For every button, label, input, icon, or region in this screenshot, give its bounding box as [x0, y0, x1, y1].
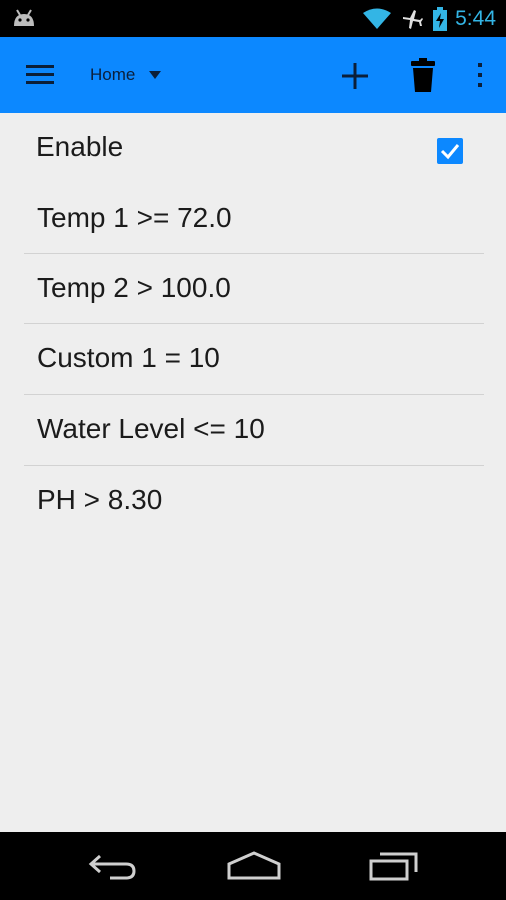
condition-item-temp2[interactable]: Temp 2 > 100.0 [24, 254, 484, 324]
recents-icon[interactable] [368, 850, 420, 882]
condition-item-water-level[interactable]: Water Level <= 10 [24, 395, 484, 465]
android-icon [14, 9, 34, 26]
trash-icon[interactable] [410, 58, 436, 92]
home-icon[interactable] [226, 850, 282, 882]
condition-label: Water Level <= 10 [37, 413, 265, 444]
menu-icon[interactable] [26, 64, 54, 86]
action-bar: Home [0, 37, 506, 113]
navigation-bar [0, 832, 506, 900]
checkmark-icon [440, 144, 460, 160]
condition-label: Temp 1 >= 72.0 [37, 202, 232, 233]
battery-charging-icon [433, 7, 448, 31]
condition-item-ph[interactable]: PH > 8.30 [24, 466, 484, 536]
spinner-selected-label: Home [90, 65, 136, 84]
enable-row[interactable]: Enable [0, 113, 506, 184]
view-spinner[interactable]: Home [90, 61, 162, 89]
condition-item-temp1[interactable]: Temp 1 >= 72.0 [24, 184, 484, 254]
conditions-list: Enable Temp 1 >= 72.0 Temp 2 > 100.0 Cus… [0, 113, 506, 832]
back-icon[interactable] [88, 850, 138, 882]
status-bar: 5:44 [0, 0, 506, 37]
condition-item-custom1[interactable]: Custom 1 = 10 [24, 324, 484, 394]
status-time: 5:44 [455, 7, 496, 30]
condition-label: PH > 8.30 [37, 484, 163, 515]
chevron-down-icon [149, 71, 162, 79]
add-icon[interactable] [341, 62, 369, 90]
airplane-icon [403, 10, 424, 29]
wifi-icon [363, 8, 392, 29]
enable-label: Enable [36, 131, 124, 162]
overflow-icon[interactable] [476, 62, 484, 88]
enable-checkbox[interactable] [437, 138, 463, 164]
condition-label: Custom 1 = 10 [37, 342, 220, 373]
condition-label: Temp 2 > 100.0 [37, 272, 231, 303]
